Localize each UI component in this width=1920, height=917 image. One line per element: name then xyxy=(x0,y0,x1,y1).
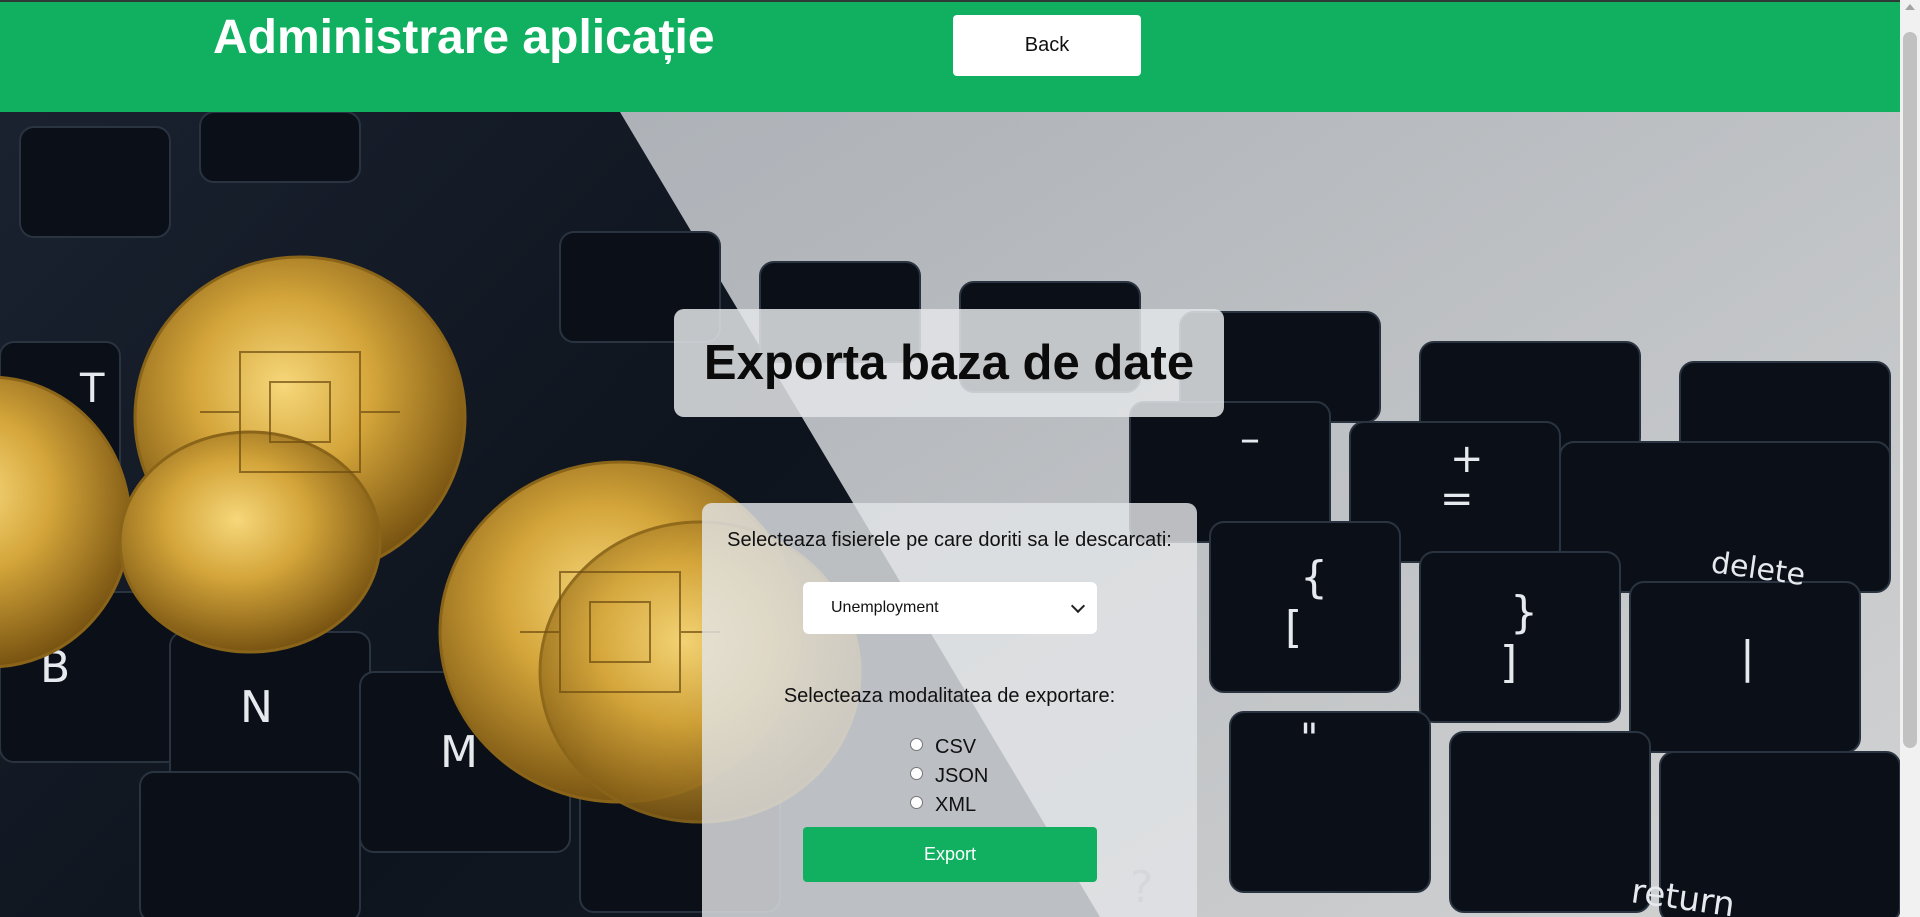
svg-text:[: [ xyxy=(1285,602,1302,653)
svg-text:N: N xyxy=(240,682,273,733)
radio-xml-input[interactable] xyxy=(910,796,923,809)
export-title: Exporta baza de date xyxy=(703,336,1195,390)
chevron-down-icon xyxy=(1070,598,1086,614)
header-bar: Administrare aplicație Back xyxy=(0,0,1900,112)
svg-text:M: M xyxy=(440,727,478,778)
radio-json[interactable]: JSON xyxy=(910,765,988,788)
export-button[interactable]: Export xyxy=(803,827,1097,882)
back-button[interactable]: Back xyxy=(953,15,1141,76)
scrollbar-thumb[interactable] xyxy=(1903,32,1917,748)
radio-csv-label: CSV xyxy=(935,736,977,758)
page-title: Administrare aplicație xyxy=(213,11,715,64)
radio-xml[interactable]: XML xyxy=(910,794,976,817)
scroll-up-arrow-icon[interactable] xyxy=(1905,4,1915,10)
radio-xml-label: XML xyxy=(935,794,977,816)
radio-json-label: JSON xyxy=(935,765,989,787)
svg-text:=: = xyxy=(1440,476,1474,522)
svg-text:]: ] xyxy=(1500,637,1517,688)
export-mode-label: Selecteaza modalitatea de exportare: xyxy=(783,685,1116,707)
svg-text:": " xyxy=(1300,716,1318,762)
svg-text:–: – xyxy=(1240,416,1260,462)
radio-csv[interactable]: CSV xyxy=(910,736,976,759)
svg-text:}: } xyxy=(1510,587,1538,638)
page: delete { [ } ] | + = – B N M T return " … xyxy=(0,0,1920,917)
radio-json-input[interactable] xyxy=(910,767,923,780)
file-select[interactable]: Unemployment xyxy=(803,582,1097,634)
page-scrollbar[interactable] xyxy=(1900,0,1920,917)
svg-text:{: { xyxy=(1300,552,1328,603)
svg-text:|: | xyxy=(1740,632,1755,683)
svg-text:T: T xyxy=(79,366,105,412)
files-label: Selecteaza fisierele pe care doriti sa l… xyxy=(727,529,1172,551)
radio-csv-input[interactable] xyxy=(910,738,923,751)
export-title-card: Exporta baza de date xyxy=(674,309,1224,417)
file-select-value: Unemployment xyxy=(831,599,939,616)
export-form: Selecteaza fisierele pe care doriti sa l… xyxy=(702,503,1197,917)
